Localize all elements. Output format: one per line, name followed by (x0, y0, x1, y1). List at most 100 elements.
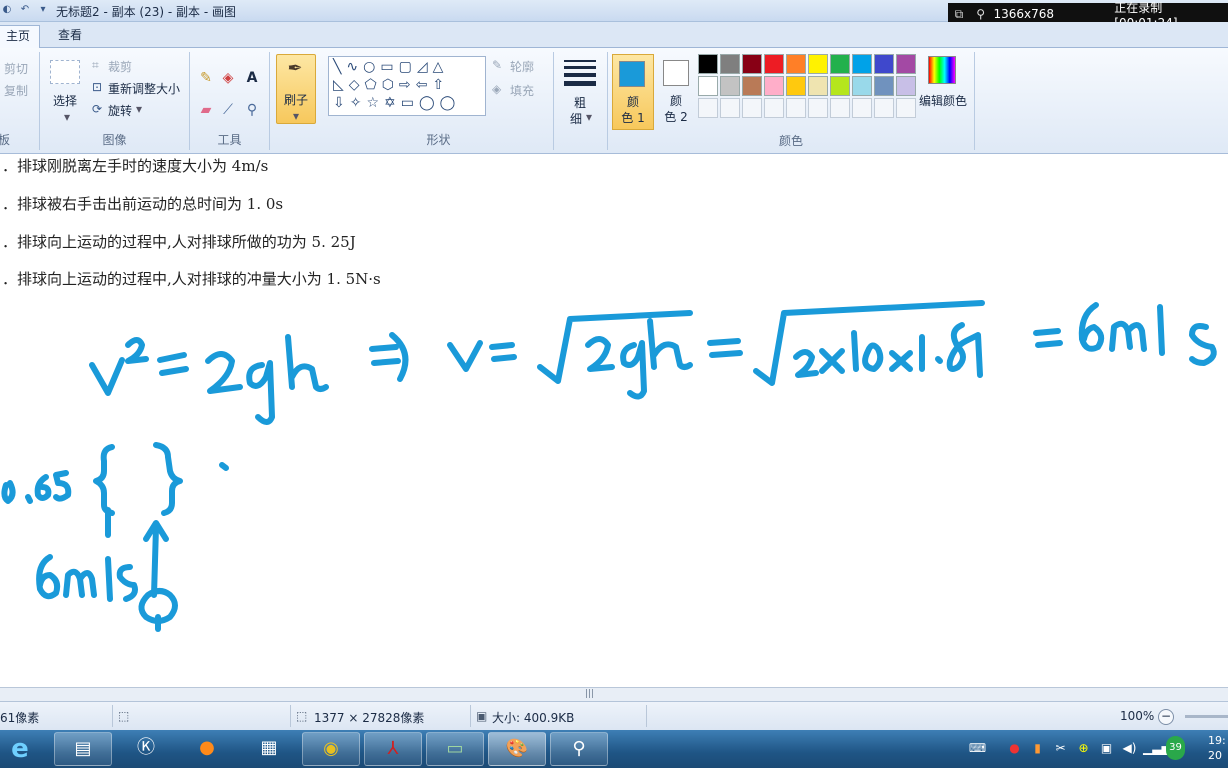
calculator-icon[interactable]: ▦ (240, 732, 298, 766)
edit-colors-button[interactable]: 编辑颜色 (918, 54, 968, 130)
palette-swatch[interactable] (808, 76, 828, 96)
palette-swatch[interactable] (896, 76, 916, 96)
size-dropdown-icon: ▾ (586, 110, 593, 124)
color1-button[interactable]: 颜 色 1 (612, 54, 654, 130)
palette-swatch[interactable] (852, 54, 872, 74)
palette-custom-slot[interactable] (764, 98, 784, 118)
palette-swatch[interactable] (830, 76, 850, 96)
crop-button[interactable]: 裁剪 (108, 58, 132, 75)
text-tool-icon[interactable]: A (242, 68, 262, 88)
palette-swatch[interactable] (720, 76, 740, 96)
restore-icon[interactable]: ⧉ (948, 7, 970, 22)
rotate-button[interactable]: 旋转 (108, 102, 132, 119)
palette-swatch[interactable] (698, 54, 718, 74)
palette-swatch[interactable] (720, 54, 740, 74)
fill-icon: ◈ (492, 82, 502, 96)
select-button[interactable]: 选择 (48, 92, 82, 109)
image-size: 1377 × 27828像素 (314, 711, 425, 725)
color2-button[interactable]: 颜 色 2 (656, 54, 696, 130)
magnifier-icon[interactable]: ⚲ (970, 7, 992, 21)
rotate-dropdown-icon[interactable]: ▾ (136, 102, 142, 116)
device-tray-icon[interactable]: ▣ (1097, 736, 1116, 760)
undo-icon[interactable]: ↶ (18, 2, 32, 18)
ink-equals-2 (489, 342, 517, 362)
clock[interactable]: 19: 20 (1208, 733, 1226, 763)
keyboard-icon[interactable]: ⌨ (968, 736, 987, 760)
photo-viewer-icon[interactable]: ▭ (426, 732, 484, 766)
ink-superscript-2 (125, 337, 149, 364)
ink-sqrt-2 (753, 300, 985, 386)
shapes-row2-icons: ◺◇⬠⬡⇨⇦⇧ (333, 77, 450, 93)
cut-button[interactable]: 剪切 (4, 60, 28, 77)
tool-tray-icon[interactable]: ✂ (1051, 736, 1070, 760)
eraser-icon[interactable]: ▰ (196, 100, 216, 120)
palette-swatch[interactable] (874, 76, 894, 96)
palette-swatch[interactable] (742, 54, 762, 74)
palette-custom-slot[interactable] (698, 98, 718, 118)
color2-label-line1: 颜 (669, 94, 682, 108)
palette-custom-slot[interactable] (830, 98, 850, 118)
palette-custom-slot[interactable] (786, 98, 806, 118)
file-size-icon: ▣ (476, 709, 488, 723)
paint-icon[interactable]: 🎨 (488, 732, 546, 766)
horizontal-scrollbar[interactable]: ||| (0, 687, 1228, 701)
fill-bucket-icon[interactable]: ◈ (218, 68, 238, 88)
record-icon[interactable]: ● (1005, 736, 1024, 760)
screen-recorder-icon[interactable]: ⚲ (550, 732, 608, 766)
shapes-gallery[interactable]: ╲∿○▭▢◿△ ◺◇⬠⬡⇨⇦⇧ ⇩✧☆✡▭◯◯ (328, 56, 486, 116)
select-dropdown-icon[interactable]: ▾ (64, 110, 70, 124)
zoom-slider[interactable] (1185, 715, 1228, 718)
drawing-canvas[interactable]: ．排球刚脱离左手时的速度大小为 4m/s ．排球被右手击出前运动的总时间为 1.… (0, 155, 1228, 687)
copy-button[interactable]: 复制 (4, 82, 28, 99)
app-tray-icon[interactable]: ▮ (1028, 736, 1047, 760)
pencil-icon[interactable]: ✎ (196, 68, 216, 88)
palette-swatch[interactable] (742, 76, 762, 96)
zoom-out-button[interactable]: − (1158, 709, 1174, 725)
k-app-icon[interactable]: Ⓚ (117, 732, 175, 766)
brushes-label: 刷子 (283, 93, 308, 107)
tray-badge[interactable]: 39 (1166, 736, 1185, 760)
palette-swatch[interactable] (808, 54, 828, 74)
tab-home[interactable]: 主页 (0, 25, 40, 48)
palette-custom-slot[interactable] (742, 98, 762, 118)
palette-swatch[interactable] (874, 54, 894, 74)
palette-swatch[interactable] (830, 54, 850, 74)
outline-button[interactable]: 轮廓 (510, 58, 534, 75)
ie-icon[interactable]: e (2, 732, 38, 766)
add-tray-icon[interactable]: ⊕ (1074, 736, 1093, 760)
ribbon: 剪切 复制 板 选择 ▾ ⌗ 裁剪 ⊡ 重新调整大小 ⟳ 旋转 ▾ 图像 ✎ ◈… (0, 48, 1228, 154)
resize-button[interactable]: 重新调整大小 (108, 80, 180, 97)
palette-custom-slot[interactable] (896, 98, 916, 118)
size-group[interactable]: 粗 细 ▾ (556, 52, 608, 150)
firefox-icon[interactable]: ● (178, 732, 236, 766)
volume-icon[interactable]: ◀) (1120, 736, 1139, 760)
select-icon[interactable] (50, 60, 80, 84)
ink-brace-right (153, 442, 183, 516)
scrollbar-grip-icon[interactable]: ||| (585, 689, 594, 699)
ink-tick (219, 462, 229, 471)
palette-swatch[interactable] (786, 54, 806, 74)
qat-dropdown-icon[interactable]: ▾ (36, 2, 50, 18)
fill-button[interactable]: 填充 (510, 82, 534, 99)
palette-swatch[interactable] (764, 54, 784, 74)
brushes-button[interactable]: ✒ 刷子 ▾ (276, 54, 316, 124)
palette-swatch[interactable] (896, 54, 916, 74)
palette-custom-slot[interactable] (720, 98, 740, 118)
palette-custom-slot[interactable] (874, 98, 894, 118)
network-icon[interactable]: ▁▃▅ (1143, 736, 1171, 760)
chrome-icon[interactable]: ◉ (302, 732, 360, 766)
palette-swatch[interactable] (852, 76, 872, 96)
palette-swatch[interactable] (698, 76, 718, 96)
app-menu-icon[interactable]: ◐ (0, 2, 14, 18)
recorder-resolution: 1366x768 (993, 7, 1055, 21)
pdf-icon[interactable]: ⅄ (364, 732, 422, 766)
palette-custom-slot[interactable] (852, 98, 872, 118)
palette-swatch[interactable] (764, 76, 784, 96)
tab-view[interactable]: 查看 (50, 25, 90, 48)
color-palette[interactable] (698, 54, 916, 118)
palette-swatch[interactable] (786, 76, 806, 96)
explorer-icon[interactable]: ▤ (54, 732, 112, 766)
magnifier-tool-icon[interactable]: ⚲ (242, 100, 262, 120)
color-picker-icon[interactable]: ⟋ (218, 100, 238, 120)
palette-custom-slot[interactable] (808, 98, 828, 118)
